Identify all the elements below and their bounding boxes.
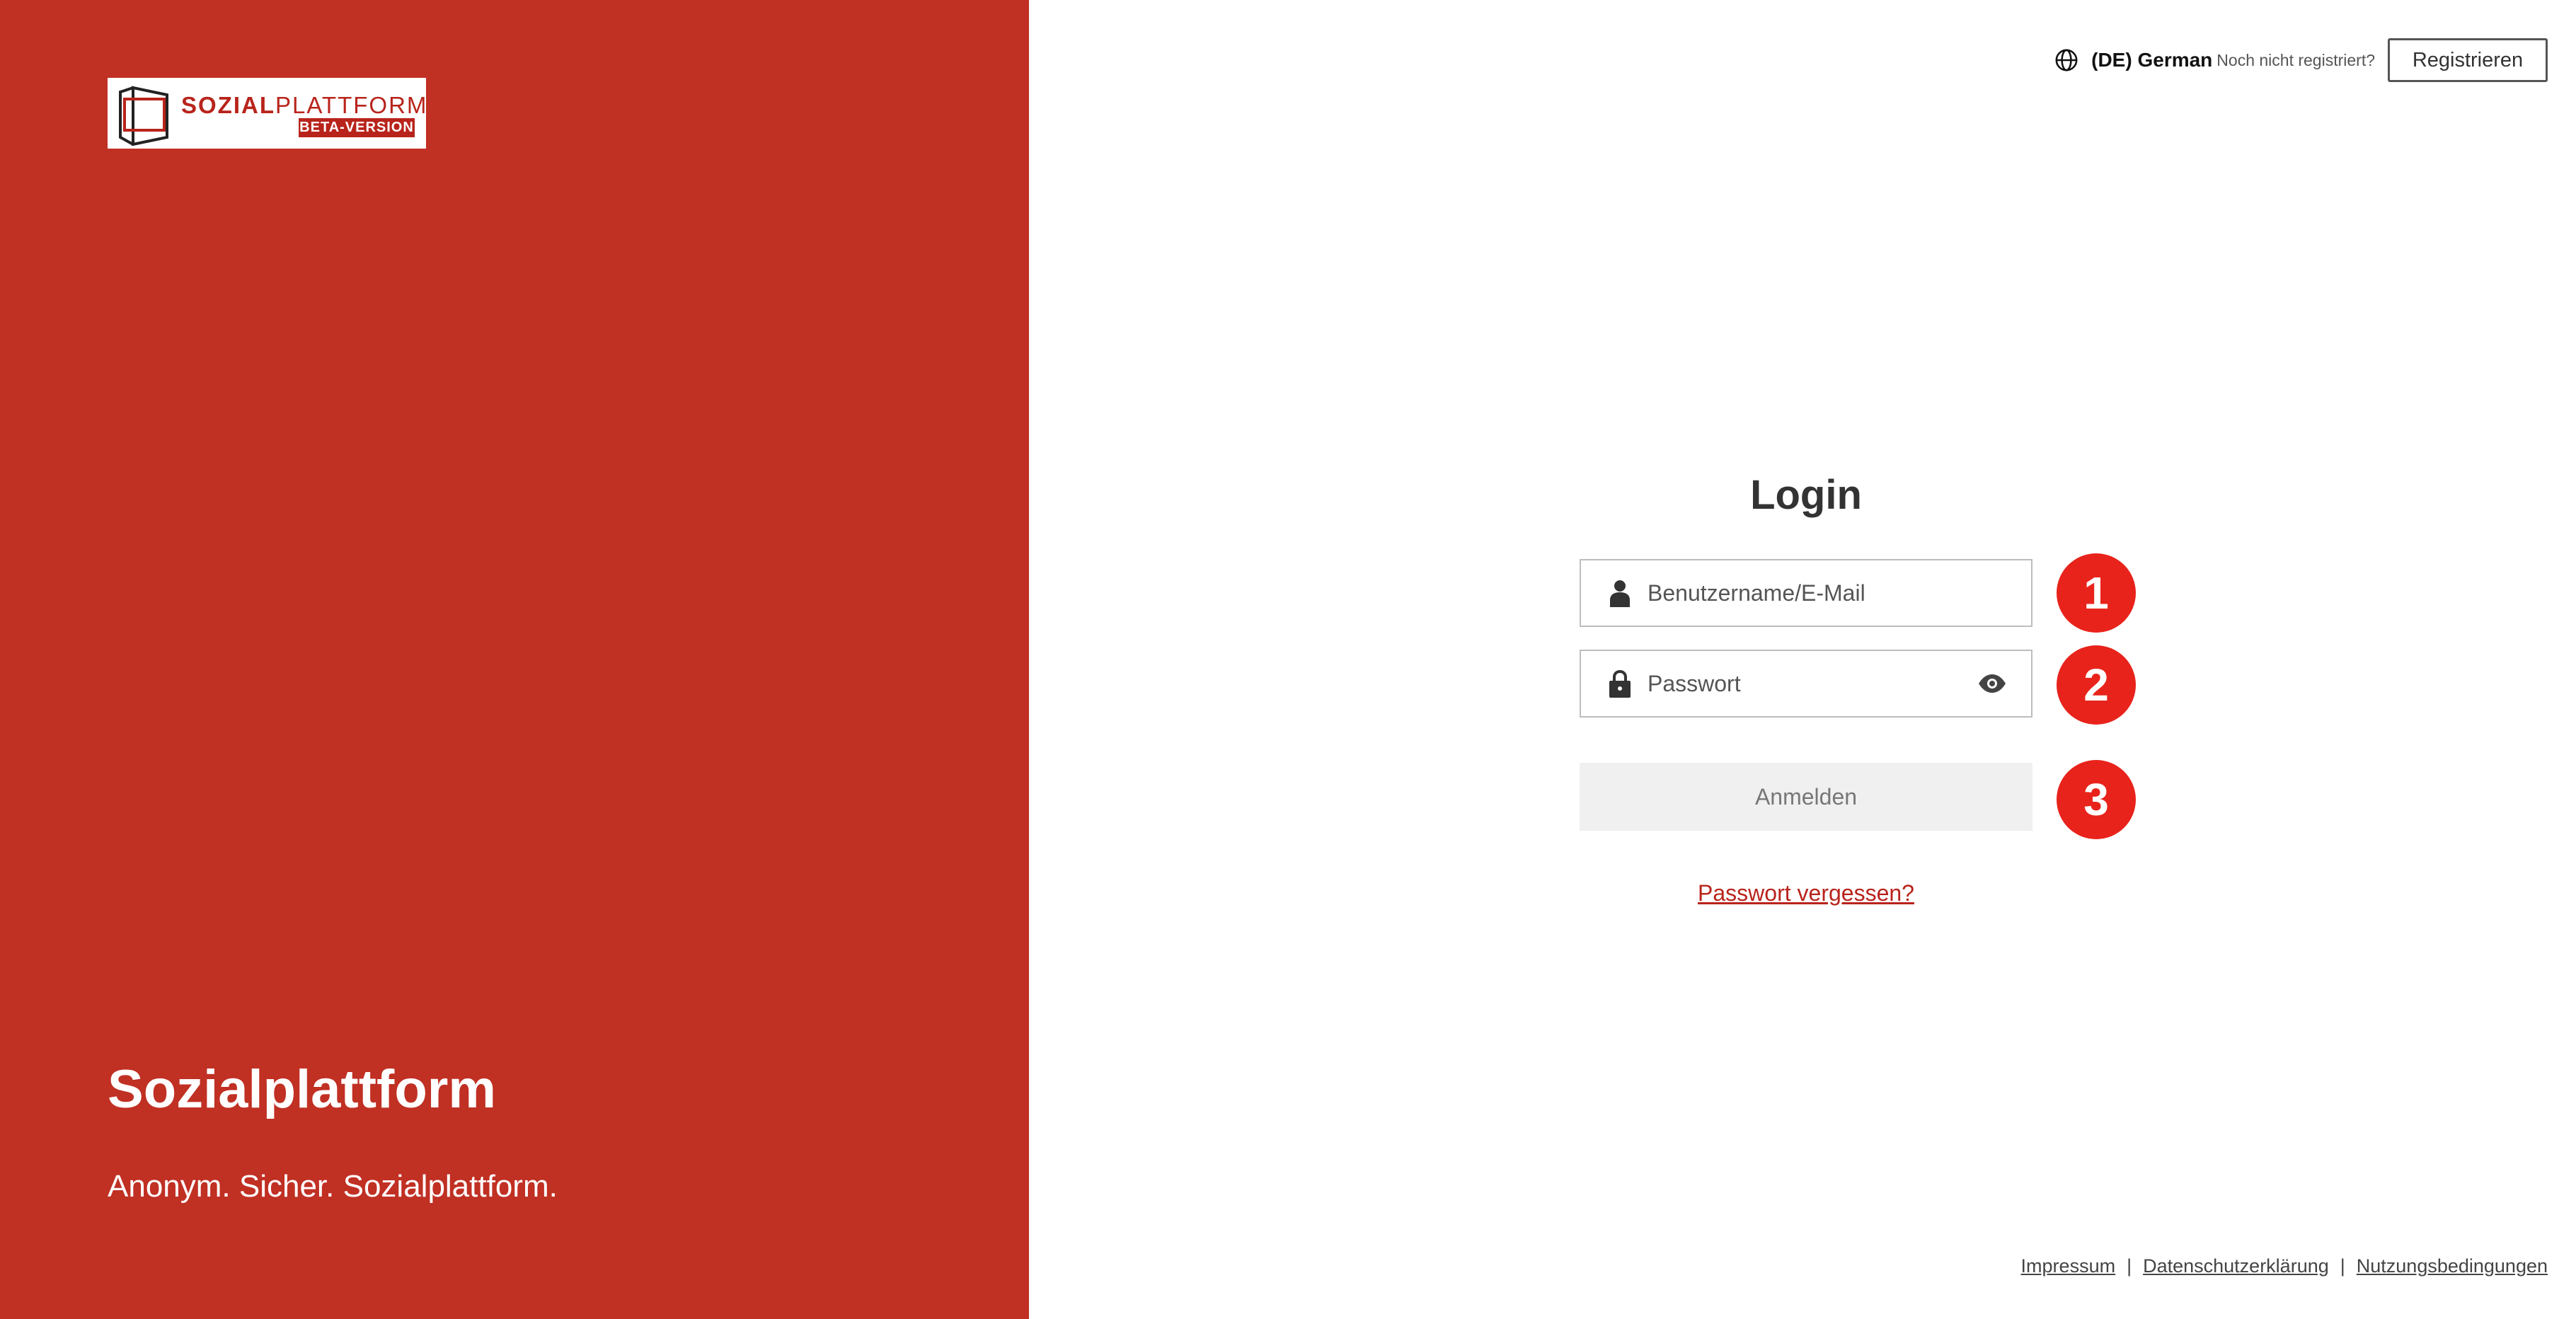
step-marker-1: 1 [2057, 553, 2136, 633]
user-icon [1610, 580, 1630, 607]
globe-icon[interactable] [2054, 48, 2078, 72]
lock-icon [1609, 669, 1631, 698]
forgot-password-link[interactable]: Passwort vergessen? [1580, 880, 2032, 906]
footer: Impressum | Datenschutzerklärung | Nutzungsb… [2021, 1255, 2548, 1277]
privacy-policy-link[interactable]: Datenschutzerklärung [2143, 1255, 2329, 1277]
logo-word-light: PLATTFORM [275, 92, 428, 118]
footer-separator: | [2340, 1255, 2345, 1277]
logo-door-icon [119, 86, 168, 146]
login-title: Login [1750, 472, 1862, 518]
brand-tagline: Anonym. Sicher. Sozialplattform. [108, 1169, 558, 1204]
logo-text: SOZIALPLATTFORM [181, 93, 427, 117]
eye-icon[interactable] [1977, 674, 2007, 693]
brand-title: Sozialplattform [108, 1059, 496, 1119]
password-input[interactable] [1646, 669, 1977, 698]
login-button[interactable]: Anmelden [1580, 763, 2032, 831]
step-marker-3: 3 [2057, 760, 2136, 839]
footer-separator: | [2127, 1255, 2132, 1277]
brand-panel: SOZIALPLATTFORM BETA-VERSION Sozialplatt… [0, 0, 1029, 1319]
logo-word-bold: SOZIAL [181, 92, 275, 118]
beta-badge: BETA-VERSION [299, 118, 415, 137]
password-field[interactable] [1580, 650, 2032, 718]
step-marker-2: 2 [2057, 645, 2136, 725]
language-selector[interactable]: (DE) German [2091, 49, 2212, 71]
username-input[interactable] [1646, 579, 2031, 607]
not-registered-text: Noch nicht registriert? [2216, 50, 2375, 69]
logo[interactable]: SOZIALPLATTFORM BETA-VERSION [108, 78, 426, 149]
impressum-link[interactable]: Impressum [2021, 1255, 2116, 1277]
username-field[interactable] [1580, 559, 2032, 627]
register-button[interactable]: Registrieren [2388, 38, 2548, 82]
terms-of-use-link[interactable]: Nutzungsbedingungen [2357, 1255, 2548, 1277]
top-bar: (DE) German Noch nicht registriert? Regi… [2054, 38, 2548, 82]
